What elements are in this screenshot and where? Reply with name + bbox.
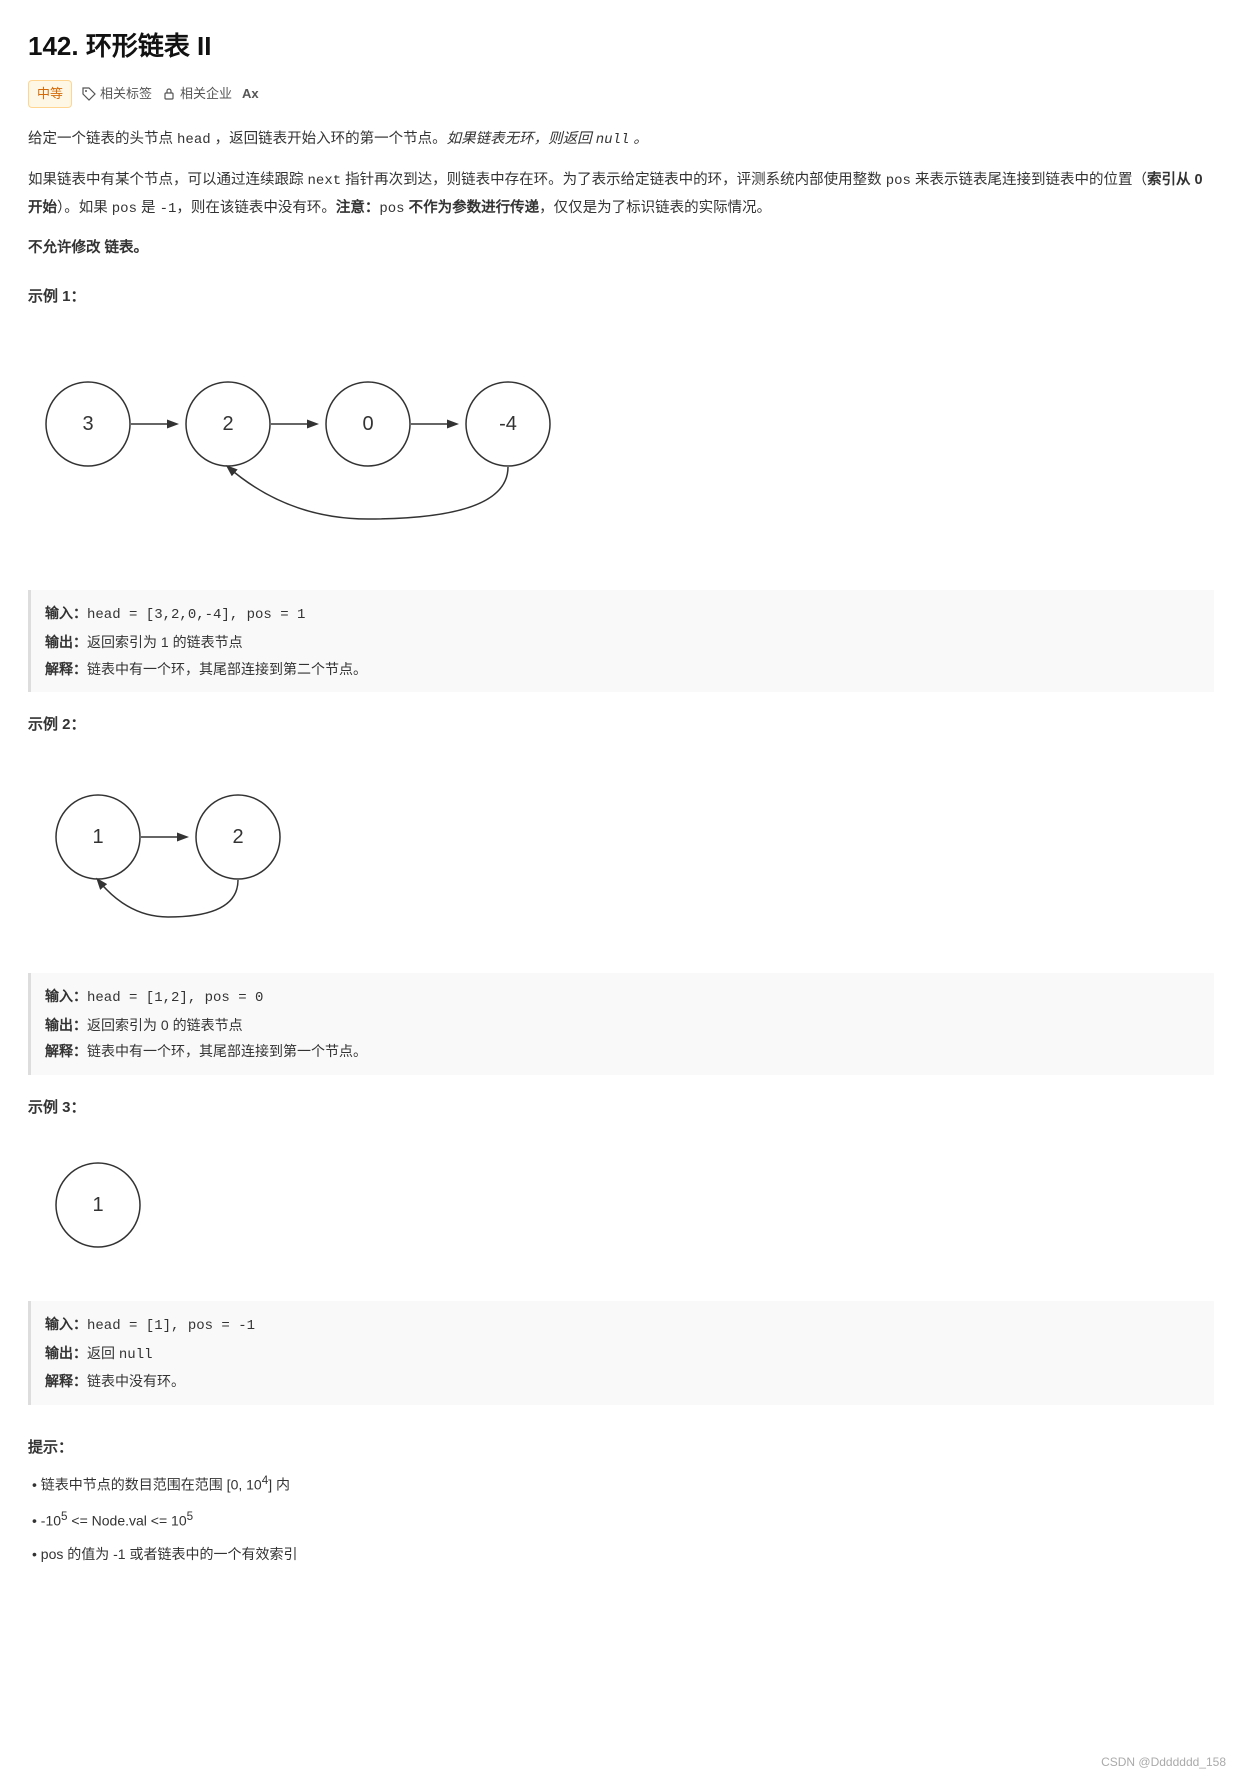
example1-desc: 输入：head = [3,2,0,-4], pos = 1 输出：返回索引为 1… [28,590,1214,692]
svg-text:2: 2 [232,826,243,848]
page-title: 142. 环形链表 II [28,24,1214,68]
svg-text:1: 1 [92,826,103,848]
hint-item-2: • -105 <= Node.val <= 105 [28,1506,1214,1534]
no-modify-text: 不允许修改 链表。 [28,236,1214,261]
hint-item-1: • 链表中节点的数目范围在范围 [0, 104] 内 [28,1470,1214,1498]
hints-section: 提示： • 链表中节点的数目范围在范围 [0, 104] 内 • -105 <=… [28,1425,1214,1567]
example3-desc: 输入：head = [1], pos = -1 输出：返回 null 解释：链表… [28,1301,1214,1405]
example1-explain: 解释：链表中有一个环，其尾部连接到第二个节点。 [45,656,1200,683]
example3-output: 输出：返回 null [45,1340,1200,1369]
diagram2: 1 2 [28,752,1214,956]
example3-title: 示例 3： [28,1095,1214,1121]
example2-title: 示例 2： [28,712,1214,738]
hints-title: 提示： [28,1435,1214,1461]
example1-title: 示例 1： [28,284,1214,310]
example2-explain: 解释：链表中有一个环，其尾部连接到第一个节点。 [45,1038,1200,1065]
diagram3: 1 [28,1135,1214,1284]
description-para2: 如果链表中有某个节点，可以通过连续跟踪 next 指针再次到达，则链表中存在环。… [28,167,1214,221]
svg-text:0: 0 [362,413,373,435]
related-companies[interactable]: 相关企业 [162,83,232,105]
svg-text:-4: -4 [499,413,517,435]
tag-icon [82,87,96,101]
example1-input: 输入：head = [3,2,0,-4], pos = 1 [45,600,1200,629]
example2-input: 输入：head = [1,2], pos = 0 [45,983,1200,1012]
svg-text:3: 3 [82,413,93,435]
example1-output: 输出：返回索引为 1 的链表节点 [45,629,1200,656]
example2-desc: 输入：head = [1,2], pos = 0 输出：返回索引为 0 的链表节… [28,973,1214,1075]
lock-icon [162,87,176,101]
font-tag[interactable]: Ax [242,83,259,105]
description-para1: 给定一个链表的头节点 head ，返回链表开始入环的第一个节点。如果链表无环，则… [28,126,1214,153]
example2-output: 输出：返回索引为 0 的链表节点 [45,1012,1200,1039]
watermark: CSDN @Ddddddd_158 [1101,1752,1226,1772]
related-tags[interactable]: 相关标签 [82,83,152,105]
tags-row: 中等 相关标签 相关企业 Ax [28,80,1214,108]
example3-input: 输入：head = [1], pos = -1 [45,1311,1200,1340]
svg-text:1: 1 [92,1194,103,1216]
svg-text:2: 2 [222,413,233,435]
difficulty-badge[interactable]: 中等 [28,80,72,108]
example3-explain: 解释：链表中没有环。 [45,1368,1200,1395]
hint-item-3: • pos 的值为 -1 或者链表中的一个有效索引 [28,1542,1214,1567]
diagram1: 3 2 0 -4 [28,324,1214,573]
